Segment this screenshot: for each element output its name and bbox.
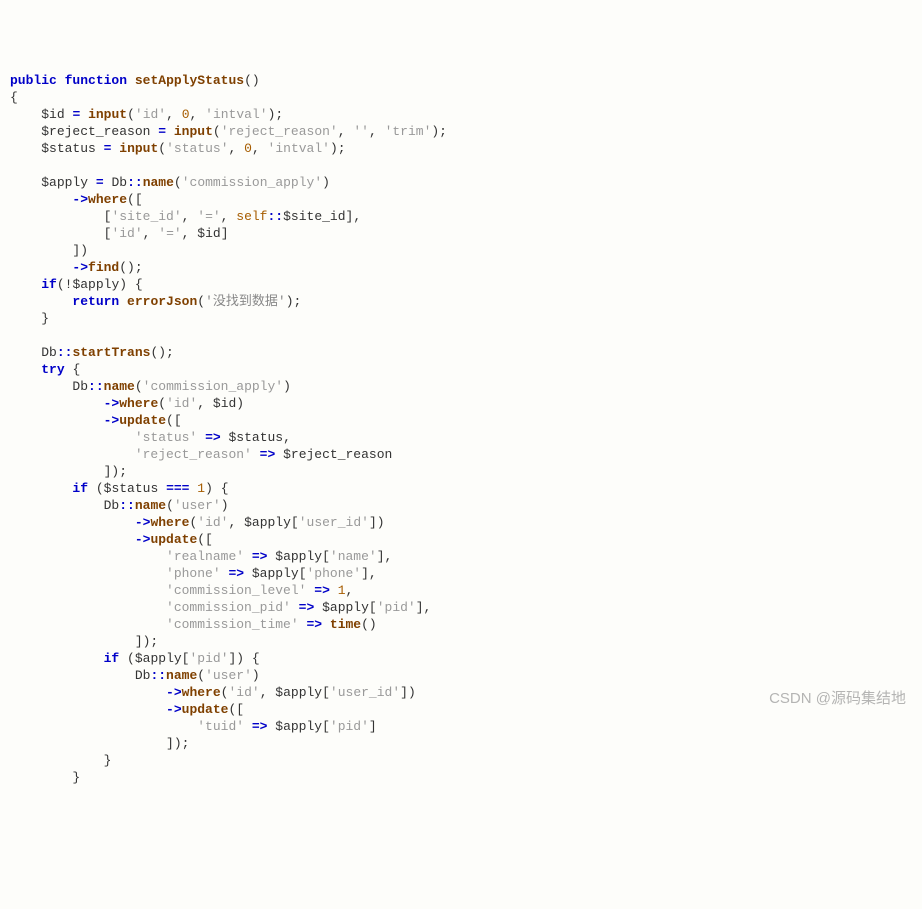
fn-input: input bbox=[88, 107, 127, 122]
var-id: $id bbox=[41, 107, 64, 122]
fn-name: setApplyStatus bbox=[135, 73, 244, 88]
keyword-public: public bbox=[10, 73, 57, 88]
keyword-function: function bbox=[65, 73, 127, 88]
code-block: public function setApplyStatus() { $id =… bbox=[10, 72, 912, 786]
